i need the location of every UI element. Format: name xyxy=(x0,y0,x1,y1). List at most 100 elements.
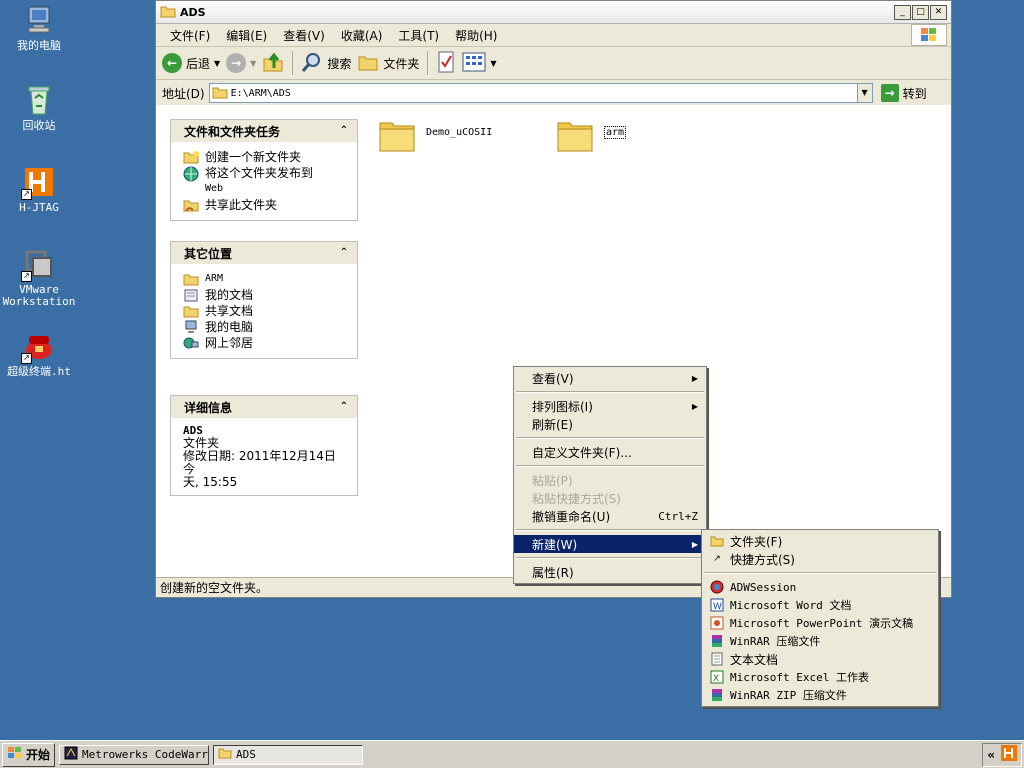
place-label: 我的电脑 xyxy=(205,320,254,334)
menu-separator xyxy=(516,437,704,439)
submenu-item-word[interactable]: W Microsoft Word 文档 xyxy=(702,596,938,614)
title-bar[interactable]: ADS _ □ ✕ xyxy=(156,1,951,24)
tray-expand-button[interactable]: « xyxy=(987,748,995,762)
address-dropdown-button[interactable]: ▼ xyxy=(856,84,872,102)
hjtag-tray-icon[interactable] xyxy=(1001,745,1017,764)
taskbar-button-ads[interactable]: ADS xyxy=(213,744,364,765)
menu-item-arrange-icons[interactable]: 排列图标(I) ▶ xyxy=(514,397,706,415)
minimize-button[interactable]: _ xyxy=(894,4,911,20)
winrar-icon xyxy=(710,634,724,648)
panel-header[interactable]: 详细信息 ⌃ xyxy=(171,396,357,418)
panel-header[interactable]: 其它位置 ⌃ xyxy=(171,242,357,264)
desktop-icon-my-computer[interactable]: 我的电脑 xyxy=(1,4,77,52)
menu-help[interactable]: 帮助(H) xyxy=(447,27,505,44)
start-button[interactable]: 开始 xyxy=(2,742,56,767)
new-submenu: 文件夹(F) ↗ 快捷方式(S) ADWSession W Microsoft … xyxy=(701,529,939,707)
place-arm[interactable]: ARM xyxy=(183,272,347,286)
menu-view[interactable]: 查看(V) xyxy=(275,27,333,44)
desktop-icon-label: H-JTAG xyxy=(19,201,59,214)
details-modified: 修改日期: 2011年12月14日今 xyxy=(183,449,336,476)
back-button[interactable]: ← 后退 ▼ xyxy=(162,53,220,73)
submenu-item-powerpoint[interactable]: Microsoft PowerPoint 演示文稿 xyxy=(702,614,938,632)
hyperterminal-icon: ↗ xyxy=(21,330,55,364)
menu-item-properties[interactable]: 属性(R) xyxy=(514,563,706,581)
file-folder-tasks-panel: 文件和文件夹任务 ⌃ 创建一个新文件夹 将这个文件夹发布到 Web 共享此文件夹 xyxy=(170,119,358,221)
place-network[interactable]: 网上邻居 xyxy=(183,336,347,350)
task-share-folder[interactable]: 共享此文件夹 xyxy=(183,198,347,212)
recycle-bin-icon xyxy=(23,84,55,116)
forward-arrow-icon: → xyxy=(226,53,247,73)
submenu-item-adwsession[interactable]: ADWSession xyxy=(702,578,938,596)
menu-tools[interactable]: 工具(T) xyxy=(390,27,447,44)
folders-button[interactable]: 文件夹 xyxy=(357,52,419,75)
chevron-down-icon: ▼ xyxy=(490,58,497,68)
desktop-icon-vmware[interactable]: ↗ VMware Workstation xyxy=(1,248,77,308)
panel-header[interactable]: 文件和文件夹任务 ⌃ xyxy=(171,120,357,142)
globe-icon xyxy=(183,166,199,182)
collapse-chevron-icon[interactable]: ⌃ xyxy=(337,246,351,260)
desktop-icon-hjtag[interactable]: ↗ H-JTAG xyxy=(1,166,77,214)
maximize-button[interactable]: □ xyxy=(912,4,929,20)
place-label: 网上邻居 xyxy=(205,336,254,350)
menu-separator xyxy=(516,465,704,467)
desktop-icon-recycle-bin[interactable]: 回收站 xyxy=(1,84,77,132)
folders-icon xyxy=(357,52,379,75)
folder-item-arm[interactable]: arm xyxy=(556,117,627,152)
menu-edit[interactable]: 编辑(E) xyxy=(218,27,275,44)
submenu-item-folder[interactable]: 文件夹(F) xyxy=(702,532,938,550)
checklist-icon xyxy=(436,51,456,76)
hjtag-icon: ↗ xyxy=(21,166,55,200)
submenu-item-excel[interactable]: X Microsoft Excel 工作表 xyxy=(702,668,938,686)
window-title: ADS xyxy=(180,5,206,19)
menu-separator xyxy=(516,391,704,393)
close-button[interactable]: ✕ xyxy=(930,4,947,20)
task-label: 将这个文件夹发布到 xyxy=(205,166,314,180)
task-new-folder[interactable]: 创建一个新文件夹 xyxy=(183,150,347,164)
views-button[interactable]: ▼ xyxy=(462,52,497,75)
menu-item-refresh[interactable]: 刷新(E) xyxy=(514,415,706,433)
collapse-chevron-icon[interactable]: ⌃ xyxy=(337,124,351,138)
menu-item-paste-shortcut[interactable]: 粘贴快捷方式(S) xyxy=(514,489,706,507)
folder-icon xyxy=(556,117,594,152)
context-menu: 查看(V) ▶ 排列图标(I) ▶ 刷新(E) 自定义文件夹(F)... 粘贴(P)… xyxy=(513,366,707,584)
collapse-chevron-icon[interactable]: ⌃ xyxy=(337,400,351,414)
tasks-button[interactable] xyxy=(436,51,456,76)
folder-name: arm xyxy=(604,125,627,139)
task-label-web: Web xyxy=(205,183,224,194)
search-button[interactable]: 搜索 xyxy=(301,51,351,76)
menu-item-undo-rename[interactable]: 撤销重命名(U) Ctrl+Z xyxy=(514,507,706,525)
text-file-icon xyxy=(710,652,724,666)
winrar-zip-icon xyxy=(710,688,724,702)
desktop-icon-hyperterminal[interactable]: ↗ 超级终端.ht xyxy=(1,330,77,378)
go-button[interactable]: → 转到 xyxy=(880,84,927,102)
folder-icon xyxy=(212,85,228,102)
submenu-item-winrar-zip[interactable]: WinRAR ZIP 压缩文件 xyxy=(702,686,938,704)
start-label: 开始 xyxy=(26,748,51,762)
menu-favorites[interactable]: 收藏(A) xyxy=(333,27,391,44)
folder-item-demo-ucosii[interactable]: Demo_uCOSII xyxy=(378,117,492,152)
submenu-item-text-document[interactable]: 文本文档 xyxy=(702,650,938,668)
task-publish-web[interactable]: 将这个文件夹发布到 Web xyxy=(183,166,347,196)
submenu-item-winrar[interactable]: WinRAR 压缩文件 xyxy=(702,632,938,650)
shared-folder-icon xyxy=(183,198,199,212)
address-input[interactable]: E:\ARM\ADS ▼ xyxy=(208,83,873,103)
taskbar-button-codewarrior[interactable]: Metrowerks CodeWarr... xyxy=(59,744,210,765)
menu-item-paste[interactable]: 粘贴(P) xyxy=(514,471,706,489)
desktop-icon-label: 超级终端.ht xyxy=(7,365,71,378)
menu-item-view[interactable]: 查看(V) ▶ xyxy=(514,369,706,387)
place-shared-documents[interactable]: 共享文档 xyxy=(183,304,347,318)
address-bar: 地址(D) E:\ARM\ADS ▼ → 转到 xyxy=(156,80,951,107)
word-icon: W xyxy=(710,598,724,612)
menu-file[interactable]: 文件(F) xyxy=(162,27,218,44)
submenu-item-shortcut[interactable]: ↗ 快捷方式(S) xyxy=(702,550,938,568)
chevron-down-icon: ▼ xyxy=(214,58,221,68)
up-folder-button[interactable] xyxy=(262,51,284,76)
menu-item-customize-folder[interactable]: 自定义文件夹(F)... xyxy=(514,443,706,461)
forward-button[interactable]: → ▼ xyxy=(226,53,256,73)
menu-separator xyxy=(704,572,936,574)
folder-icon xyxy=(183,304,199,318)
place-my-computer[interactable]: 我的电脑 xyxy=(183,320,347,334)
menu-item-new[interactable]: 新建(W) ▶ xyxy=(514,535,706,553)
place-my-documents[interactable]: 我的文档 xyxy=(183,288,347,302)
place-label: 共享文档 xyxy=(205,304,254,318)
